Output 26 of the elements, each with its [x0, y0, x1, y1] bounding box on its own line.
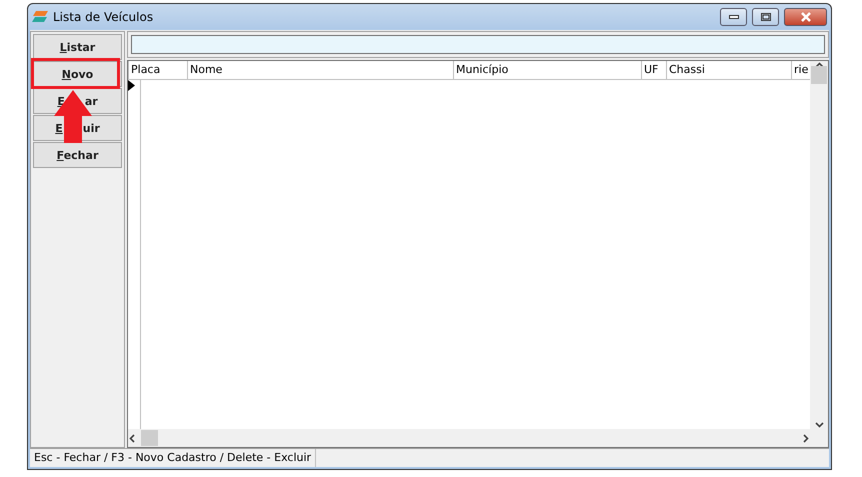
horizontal-scrollbar[interactable]: [128, 429, 810, 447]
vertical-scrollbar[interactable]: [810, 61, 828, 429]
action-button[interactable]: Listar: [33, 34, 122, 60]
scroll-left-icon[interactable]: [128, 434, 137, 442]
scrollbar-thumb[interactable]: [141, 430, 158, 446]
maximize-icon: [760, 13, 770, 21]
column-header[interactable]: Placa: [129, 61, 188, 79]
status-text: Esc - Fechar / F3 - Novo Cadastro / Delete - Excluir: [30, 449, 316, 467]
search-field[interactable]: [131, 35, 825, 54]
minimize-icon: [728, 15, 738, 19]
close-icon: [800, 12, 812, 22]
maximize-button[interactable]: [752, 8, 779, 26]
scrollbar-thumb[interactable]: [811, 66, 827, 84]
column-header[interactable]: Chassi: [667, 61, 792, 79]
scroll-right-icon[interactable]: [801, 434, 810, 442]
close-button[interactable]: [784, 8, 827, 26]
column-header[interactable]: UF: [642, 61, 667, 79]
action-button[interactable]: Fechar: [33, 142, 122, 168]
column-header[interactable]: Município: [454, 61, 642, 79]
scroll-down-icon[interactable]: [814, 420, 824, 429]
column-header[interactable]: Nome: [188, 61, 454, 79]
app-logo-icon: [32, 11, 48, 23]
action-button[interactable]: Novo: [33, 61, 122, 87]
row-pointer-icon: [128, 80, 135, 91]
minimize-button[interactable]: [720, 8, 747, 26]
window-title: Lista de Veículos: [53, 10, 154, 24]
